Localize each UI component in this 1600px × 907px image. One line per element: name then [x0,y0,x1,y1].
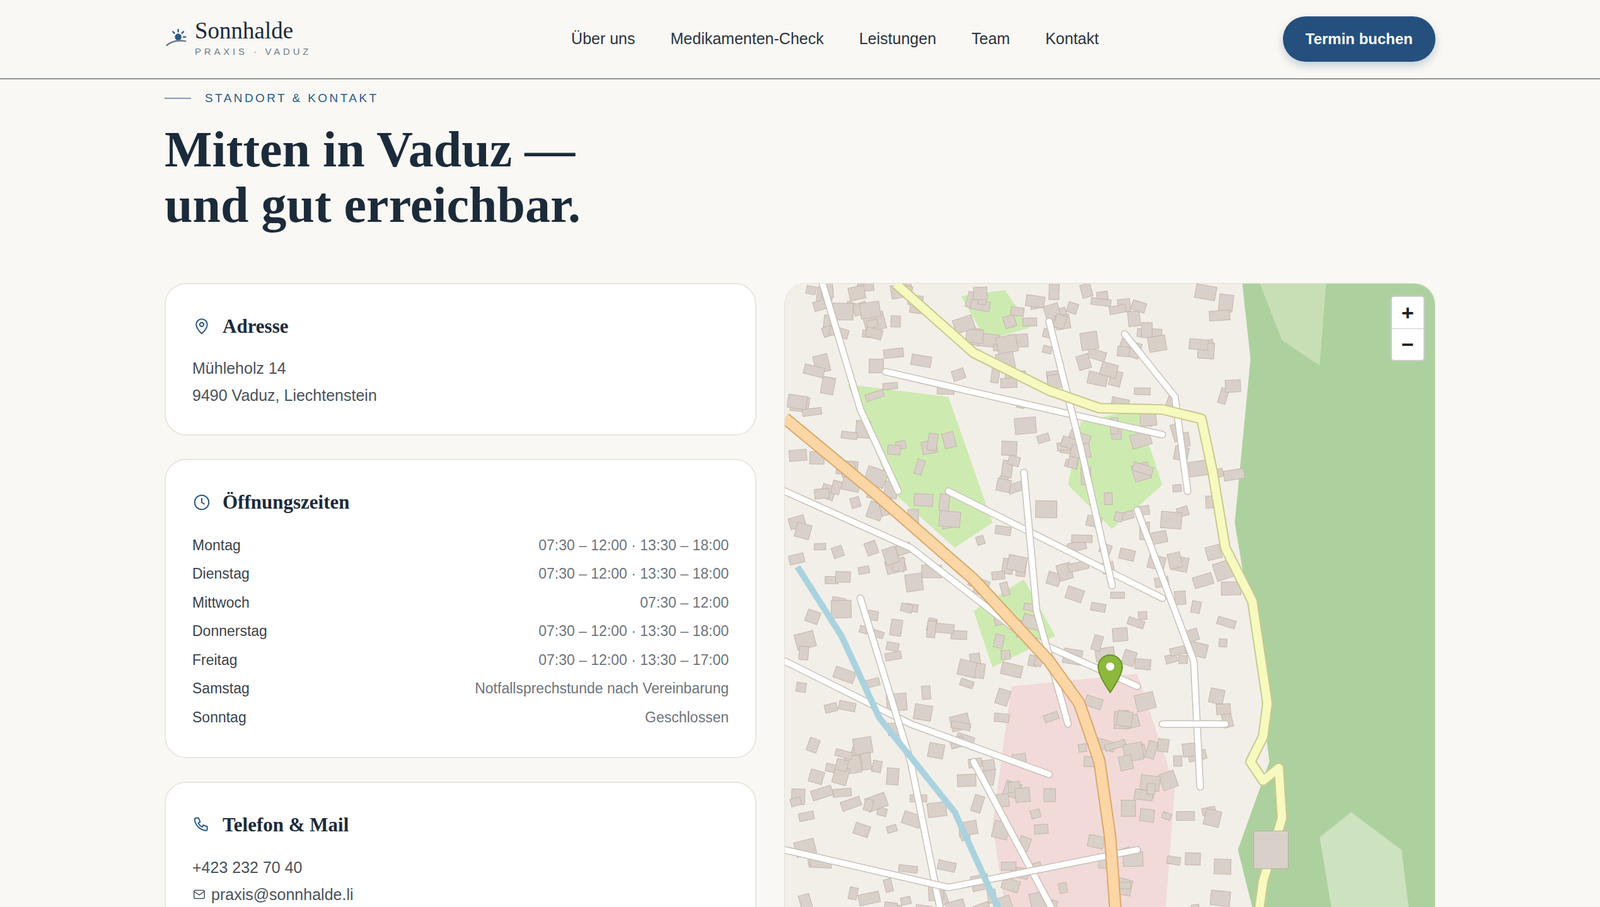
card-title: Telefon & Mail [192,810,729,841]
day-label: Montag [192,531,241,561]
navbar-inner: SonnhaldePRAXIS · VADUZ Über uns Medikamen… [164,0,1436,79]
mail-icon [192,887,207,902]
booking-button[interactable]: Termin buchen [1282,16,1436,62]
logo-text: SonnhaldePRAXIS · VADUZ [194,18,312,60]
time-value: 07:30 – 12:00 · 13:30 – 17:00 [538,646,729,676]
time-value: 07:30 – 12:00 · 13:30 – 18:00 [538,617,729,647]
address-line: Mühleholz 14 [192,354,729,383]
card-title: Öffnungszeiten [192,487,729,518]
phone-icon [192,815,212,835]
hours-row: Sonntag Geschlossen [192,703,729,733]
zoom-in-button[interactable]: + [1391,296,1424,329]
logo-name: Sonnhalde [194,18,312,43]
zoom-control: +− [1390,295,1425,362]
time-value: Geschlossen [644,703,729,733]
title-line: und gut erreichbar. [164,177,1436,233]
eyebrow-text: STANDORT & KONTAKT [204,89,379,108]
info-column: Adresse Mühleholz 149490 Vaduz, Liechtens… [164,283,757,907]
day-label: Donnerstag [192,617,268,647]
nav-link[interactable]: Team [971,27,1010,52]
day-label: Samstag [192,674,250,704]
clock-icon [192,492,212,512]
mail-row: praxis@sonnhalde.li [192,881,729,907]
contact-main: Adresse Mühleholz 149490 Vaduz, Liechtens… [164,283,1436,907]
nav-link[interactable]: Leistungen [859,27,937,52]
time-value: 07:30 – 12:00 · 13:30 – 18:00 [538,531,729,561]
location-map[interactable]: +− [784,283,1436,907]
section-title: Mitten in Vaduz —und gut erreichbar. [164,121,1436,233]
day-label: Mittwoch [192,588,250,618]
eyebrow-line [164,97,192,99]
hours-row: Dienstag 07:30 – 12:00 · 13:30 – 18:00 [192,559,729,589]
title-line: Mitten in Vaduz — [164,121,1436,178]
top-navbar: SonnhaldePRAXIS · VADUZ Über uns Medikamen… [0,0,1600,80]
address-card: Adresse Mühleholz 149490 Vaduz, Liechtens… [164,283,757,437]
nav-link[interactable]: Medikamenten-Check [670,27,824,52]
day-label: Sonntag [192,703,247,733]
time-value: 07:30 – 12:00 · 13:30 – 18:00 [538,559,729,589]
mail-link[interactable]: praxis@sonnhalde.li [211,881,354,907]
location-pin-icon [192,317,212,337]
hours-row: Samstag Notfallsprechstunde nach Vereinba… [192,674,729,704]
contact-section: STANDORT & KONTAKT Mitten in Vaduz —und g… [164,89,1436,907]
card-title-text: Öffnungszeiten [222,487,350,518]
map-tiles [784,283,1435,907]
time-value: 07:30 – 12:00 [639,588,729,618]
phone-link[interactable]: +423 232 70 40 [192,854,729,882]
hours-row: Mittwoch 07:30 – 12:00 [192,588,729,618]
day-label: Dienstag [192,559,250,589]
logo-subtitle: PRAXIS · VADUZ [194,44,312,60]
zoom-out-button[interactable]: − [1391,328,1424,360]
sun-logo-icon [164,26,190,52]
contact-card: Telefon & Mail +423 232 70 40praxis@sonnh… [164,781,757,907]
card-title-text: Telefon & Mail [222,810,349,841]
hours-row: Donnerstag 07:30 – 12:00 · 13:30 – 18:00 [192,617,729,647]
nav-link[interactable]: Über uns [571,27,635,52]
card-title-text: Adresse [222,312,289,342]
card-title: Adresse [192,312,729,342]
day-label: Freitag [192,646,238,676]
hours-card: Öffnungszeiten Montag 07:30 – 12:00 · 13:3… [164,458,757,759]
nav-link[interactable]: Kontakt [1045,27,1099,52]
time-value: Notfallsprechstunde nach Vereinbarung [474,674,729,704]
address-line: 9490 Vaduz, Liechtenstein [192,382,729,410]
nav-links: Über uns Medikamenten-Check Leistungen Team… [571,27,1099,52]
hours-row: Montag 07:30 – 12:00 · 13:30 – 18:00 [192,531,729,561]
logo[interactable]: SonnhaldePRAXIS · VADUZ [164,18,312,60]
map-marker-icon[interactable] [1095,652,1125,695]
hours-row: Freitag 07:30 – 12:00 · 13:30 – 17:00 [192,646,729,676]
eyebrow: STANDORT & KONTAKT [164,89,1436,108]
